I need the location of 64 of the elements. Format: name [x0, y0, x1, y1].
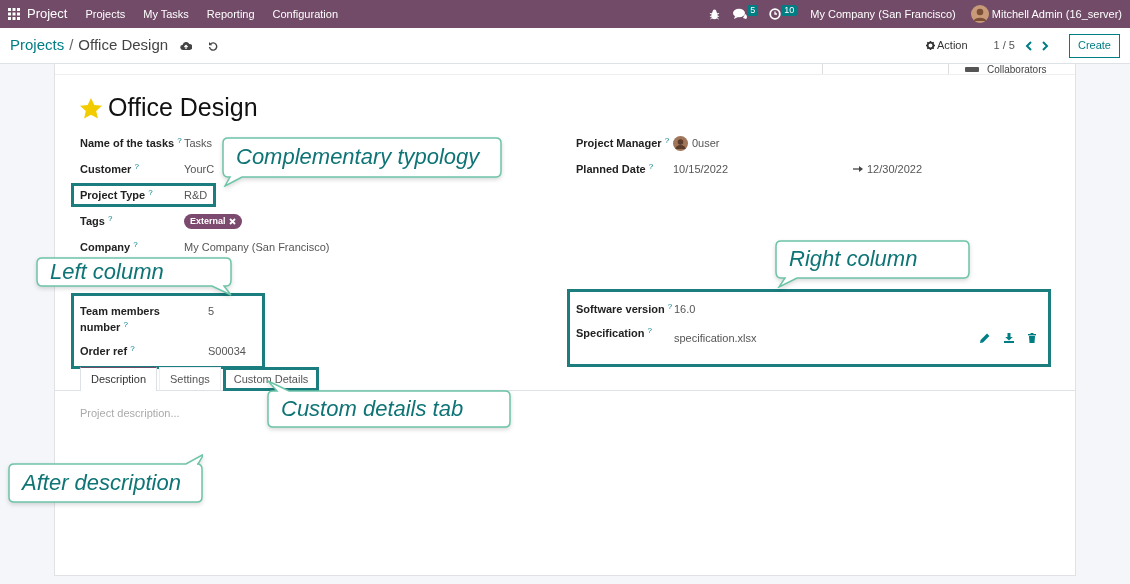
- previous-icon[interactable]: [1024, 40, 1033, 51]
- tab[interactable]: Settings: [159, 367, 221, 391]
- date-value[interactable]: 12/30/2022: [867, 160, 923, 178]
- field-label: Project Manager $^{?}$: [576, 134, 671, 151]
- star-icon[interactable]: [80, 97, 102, 119]
- company-switcher[interactable]: My Company (San Francisco): [810, 5, 956, 23]
- cloud-upload-icon[interactable]: [180, 40, 193, 51]
- record-title: Office Design: [108, 92, 258, 124]
- field-label: Team members number $^{?}$: [80, 304, 161, 335]
- avatar-icon: [673, 135, 688, 151]
- field-label: Order ref $^{?}$: [80, 343, 136, 359]
- field-label: Tags $^{?}$: [80, 212, 114, 229]
- callout: Left column: [36, 257, 232, 296]
- menu-item[interactable]: Projects: [85, 5, 126, 23]
- field-label: Project Type $^{?}$: [80, 186, 154, 203]
- count-badge: 5: [747, 4, 759, 16]
- create-button[interactable]: Create: [1068, 33, 1120, 58]
- field-label: Planned Date $^{?}$: [576, 160, 655, 177]
- trash-icon[interactable]: [1028, 333, 1036, 343]
- menu-item[interactable]: Configuration: [272, 5, 338, 23]
- breadcrumb-current: Office Design: [78, 35, 169, 56]
- breadcrumb-separator: /: [69, 35, 74, 56]
- callout: After description: [8, 453, 203, 503]
- chat-icon[interactable]: [733, 8, 748, 20]
- field-label: Name of the tasks $^{?}$: [80, 134, 183, 151]
- apps-menu-icon[interactable]: [8, 8, 20, 20]
- menu-item[interactable]: My Tasks: [143, 5, 189, 23]
- card-icon: [965, 66, 979, 73]
- field-value[interactable]: R&D: [184, 186, 214, 204]
- bug-icon[interactable]: [709, 8, 721, 20]
- field-label: Customer $^{?}$: [80, 160, 140, 177]
- field-value[interactable]: Tasks: [184, 134, 213, 152]
- field-value[interactable]: 0user: [692, 134, 720, 152]
- pencil-icon[interactable]: [980, 333, 990, 343]
- tag[interactable]: External: [184, 213, 242, 229]
- file-name[interactable]: specification.xlsx: [674, 330, 757, 346]
- date-value[interactable]: 10/15/2022: [673, 160, 853, 178]
- tab[interactable]: Description: [80, 367, 158, 391]
- field-label: Company $^{?}$: [80, 238, 139, 255]
- pager-value[interactable]: 1 / 5: [993, 37, 1015, 54]
- field-value[interactable]: 16.0: [674, 301, 696, 317]
- action-button[interactable]: Action: [926, 37, 968, 54]
- field-value[interactable]: 5: [208, 303, 215, 319]
- field-value[interactable]: YourC: [184, 160, 215, 178]
- next-icon[interactable]: [1040, 40, 1049, 51]
- clock-icon[interactable]: [769, 8, 782, 20]
- arrow-right-icon: [853, 166, 863, 172]
- field-label: Software version $^{?}$: [576, 301, 674, 317]
- remove-icon[interactable]: [228, 217, 236, 225]
- app-name[interactable]: Project: [27, 4, 68, 24]
- breadcrumb-link[interactable]: Projects: [10, 34, 65, 57]
- menu-item[interactable]: Reporting: [206, 5, 255, 23]
- download-icon[interactable]: [1004, 333, 1014, 343]
- field-label: Specification $^{?}$: [576, 325, 653, 341]
- field-value[interactable]: My Company (San Francisco): [184, 238, 330, 256]
- count-badge: 10: [781, 4, 798, 16]
- callout: Right column: [775, 240, 970, 288]
- stat-button[interactable]: Collaborators: [948, 64, 1075, 74]
- user-menu[interactable]: Mitchell Admin (16_server): [991, 5, 1122, 23]
- avatar-icon[interactable]: [970, 5, 989, 23]
- gear-icon: [926, 41, 935, 50]
- field-value[interactable]: S00034: [208, 343, 246, 359]
- undo-icon[interactable]: [208, 40, 219, 51]
- callout: Complementary typology: [222, 137, 502, 187]
